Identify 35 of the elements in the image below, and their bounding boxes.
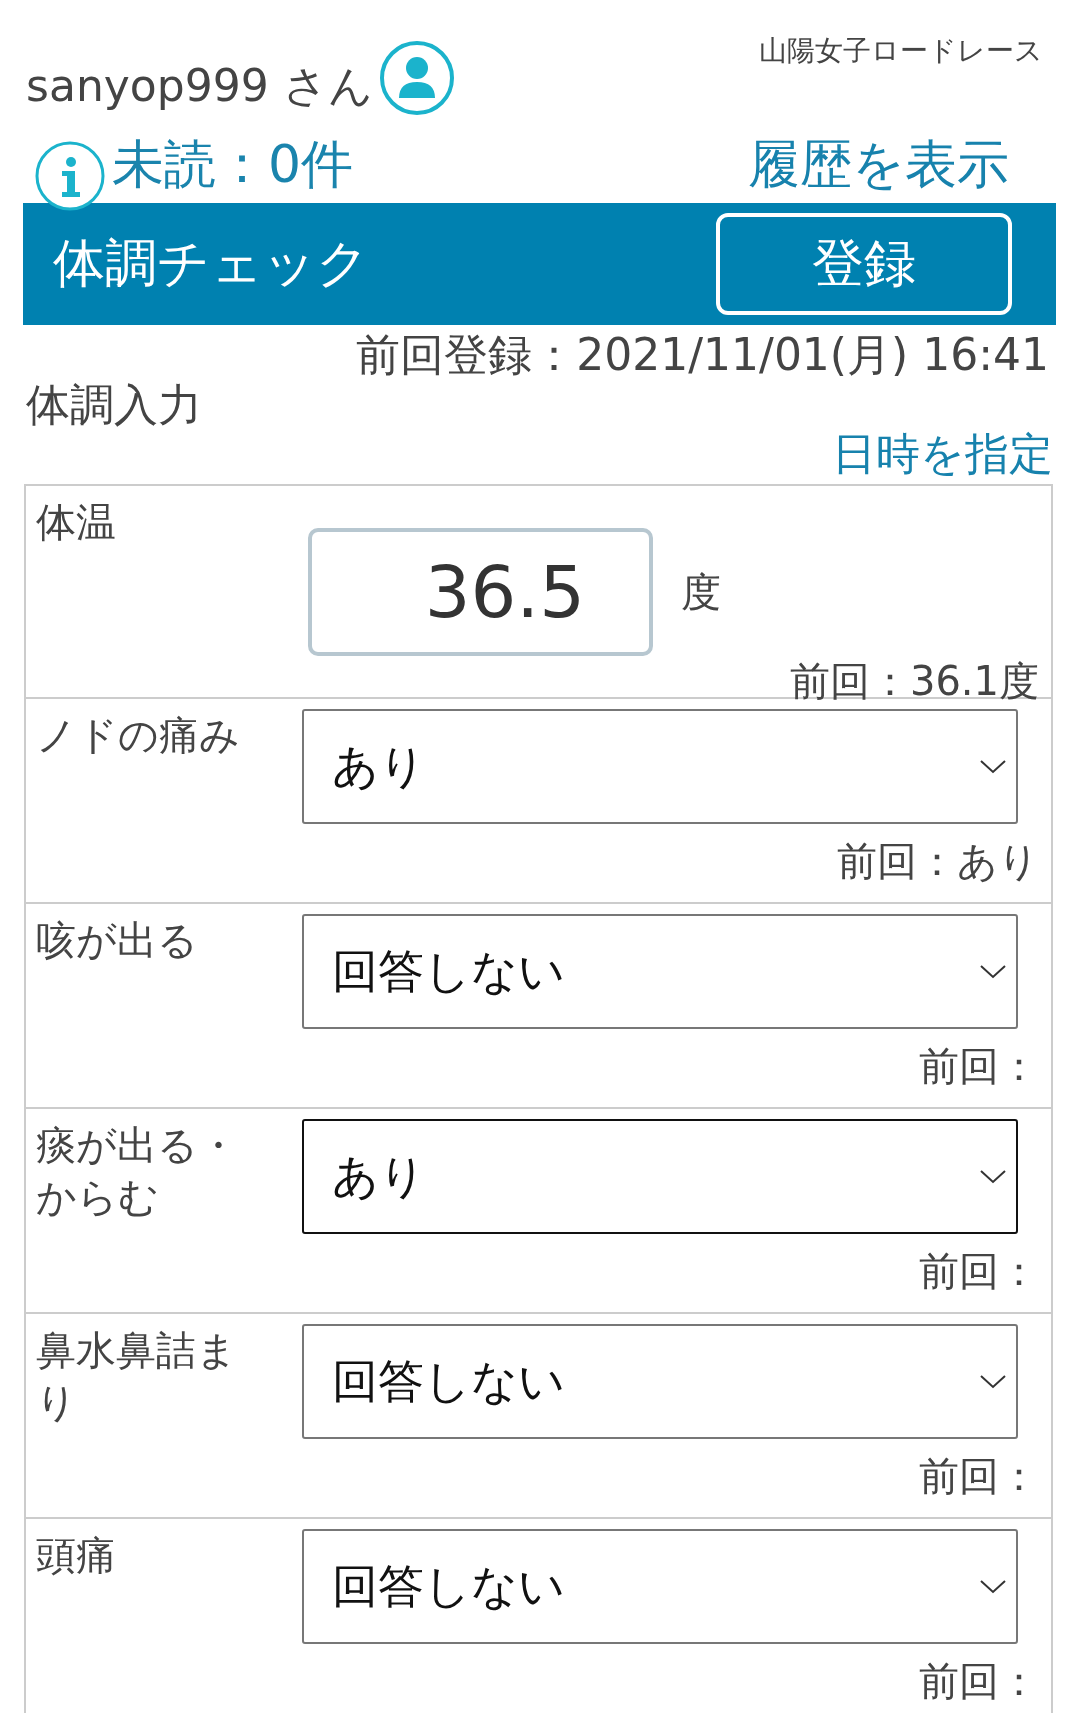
answer-dropdown[interactable]: あり [302,709,1018,825]
field-label: 頭痛 [35,1531,117,1581]
unread-count: 未読：0件 [112,138,354,190]
section-title: 体調入力 [25,381,203,430]
user-name: sanyop999 さん [26,64,373,113]
previous-value: 前回：36.1度 [788,657,1039,707]
answer-dropdown[interactable]: 回答しない [302,1324,1018,1440]
field-label: ノドの痛み [35,711,241,761]
field-label: 鼻水鼻詰まり [35,1326,238,1428]
answer-dropdown[interactable]: あり [302,1119,1018,1235]
event-name: 山陽女子ロードレース [759,33,1043,69]
answer-dropdown[interactable]: 回答しない [302,914,1018,1030]
chevron-down-icon [980,964,1006,979]
previous-value: 前回： [918,1452,1039,1502]
last-registered: 前回登録：2021/11/01(月) 16:41 [355,331,1050,380]
chevron-down-icon [980,1169,1006,1184]
field-label: 咳が出る [35,916,199,966]
previous-value: 前回： [918,1042,1039,1092]
field-label: 痰が出る・からむ [35,1121,239,1223]
temperature-field[interactable]: 36.5 [308,528,653,657]
field-label: 体温 [35,498,117,548]
history-link[interactable]: 履歴を表示 [748,138,1009,190]
info-icon [34,140,106,212]
previous-value: 前回： [918,1247,1039,1297]
answer-dropdown[interactable]: 回答しない [302,1529,1018,1645]
user-avatar-icon[interactable] [378,40,455,116]
chevron-down-icon [980,1374,1006,1389]
datetime-link[interactable]: 日時を指定 [832,429,1053,479]
chevron-down-icon [980,759,1006,774]
page-title: 体調チェック [53,232,369,295]
register-button[interactable]: 登録 [716,213,1012,315]
chevron-down-icon [980,1579,1006,1594]
previous-value: 前回：あり [836,837,1039,887]
previous-value: 前回： [918,1657,1039,1707]
unit-label: 度 [681,567,721,617]
